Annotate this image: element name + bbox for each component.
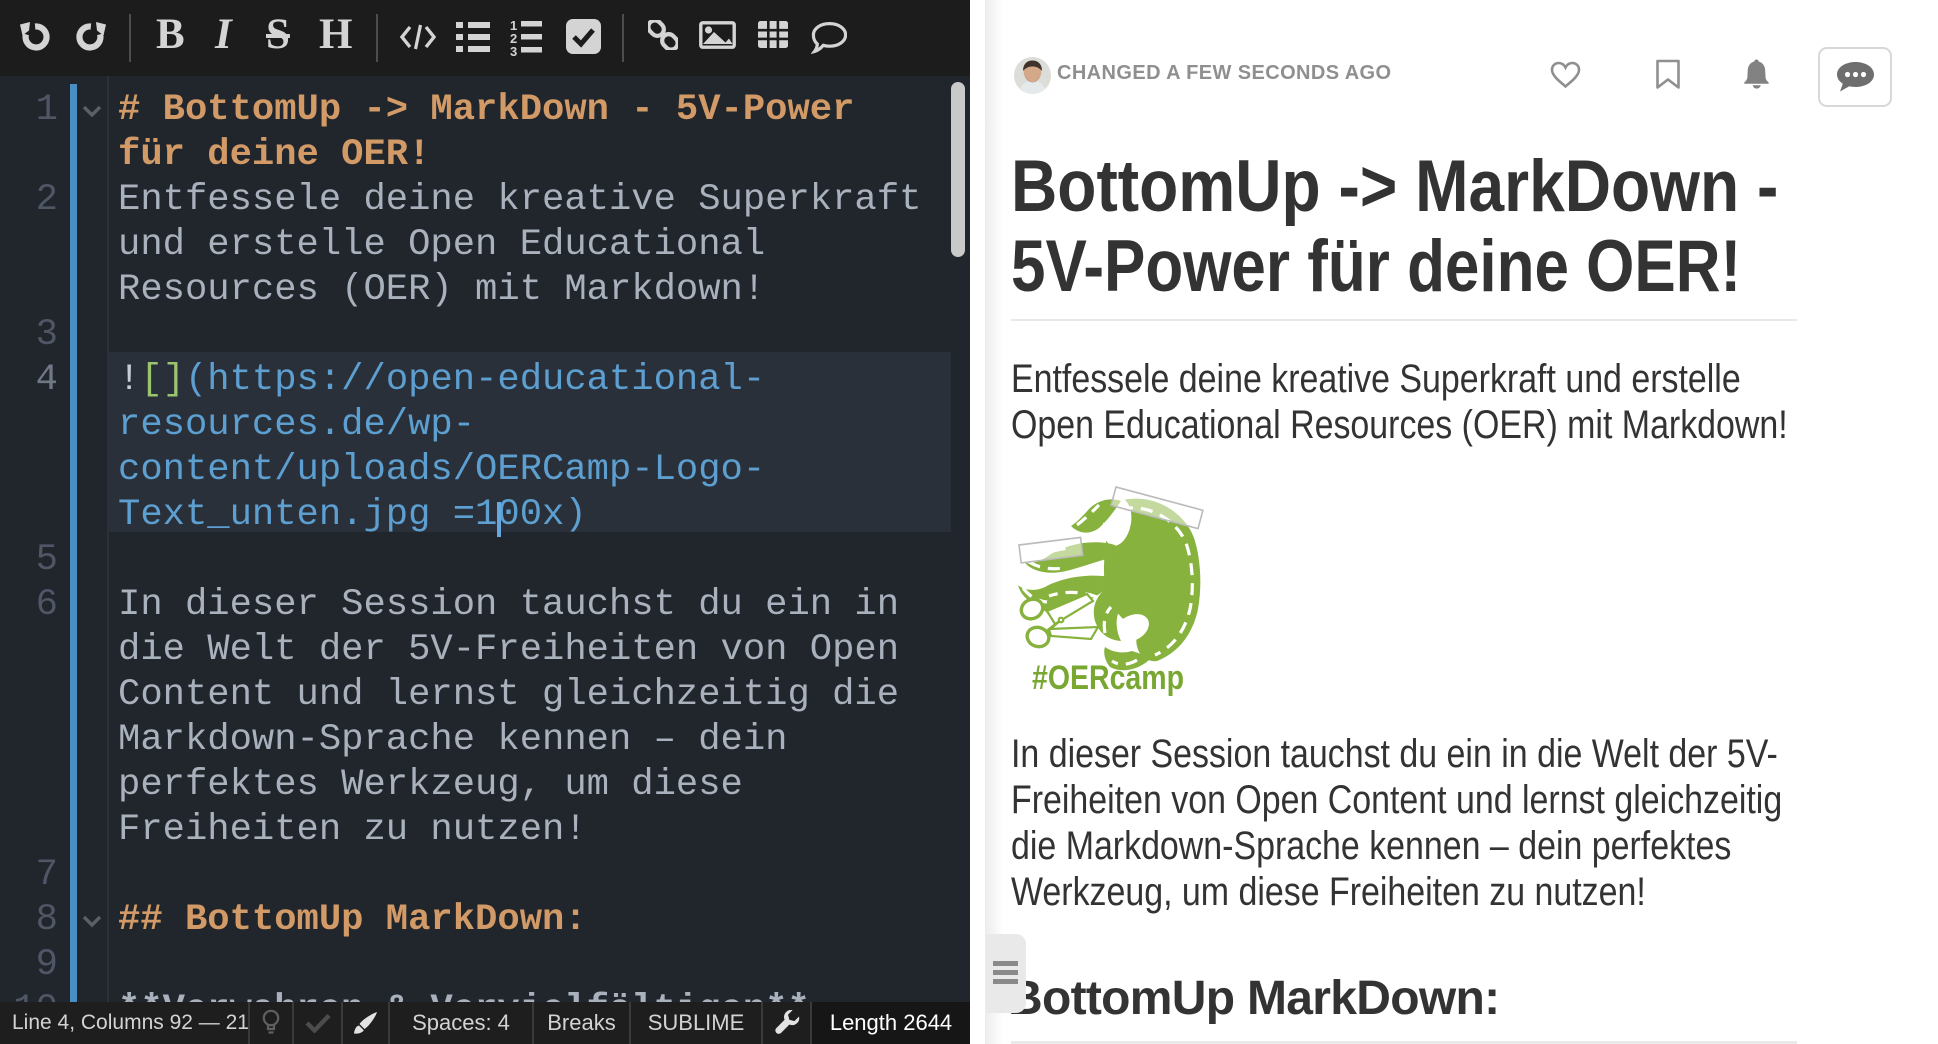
svg-text:#OERcamp: #OERcamp [1032, 659, 1184, 697]
svg-text:3: 3 [510, 44, 517, 57]
